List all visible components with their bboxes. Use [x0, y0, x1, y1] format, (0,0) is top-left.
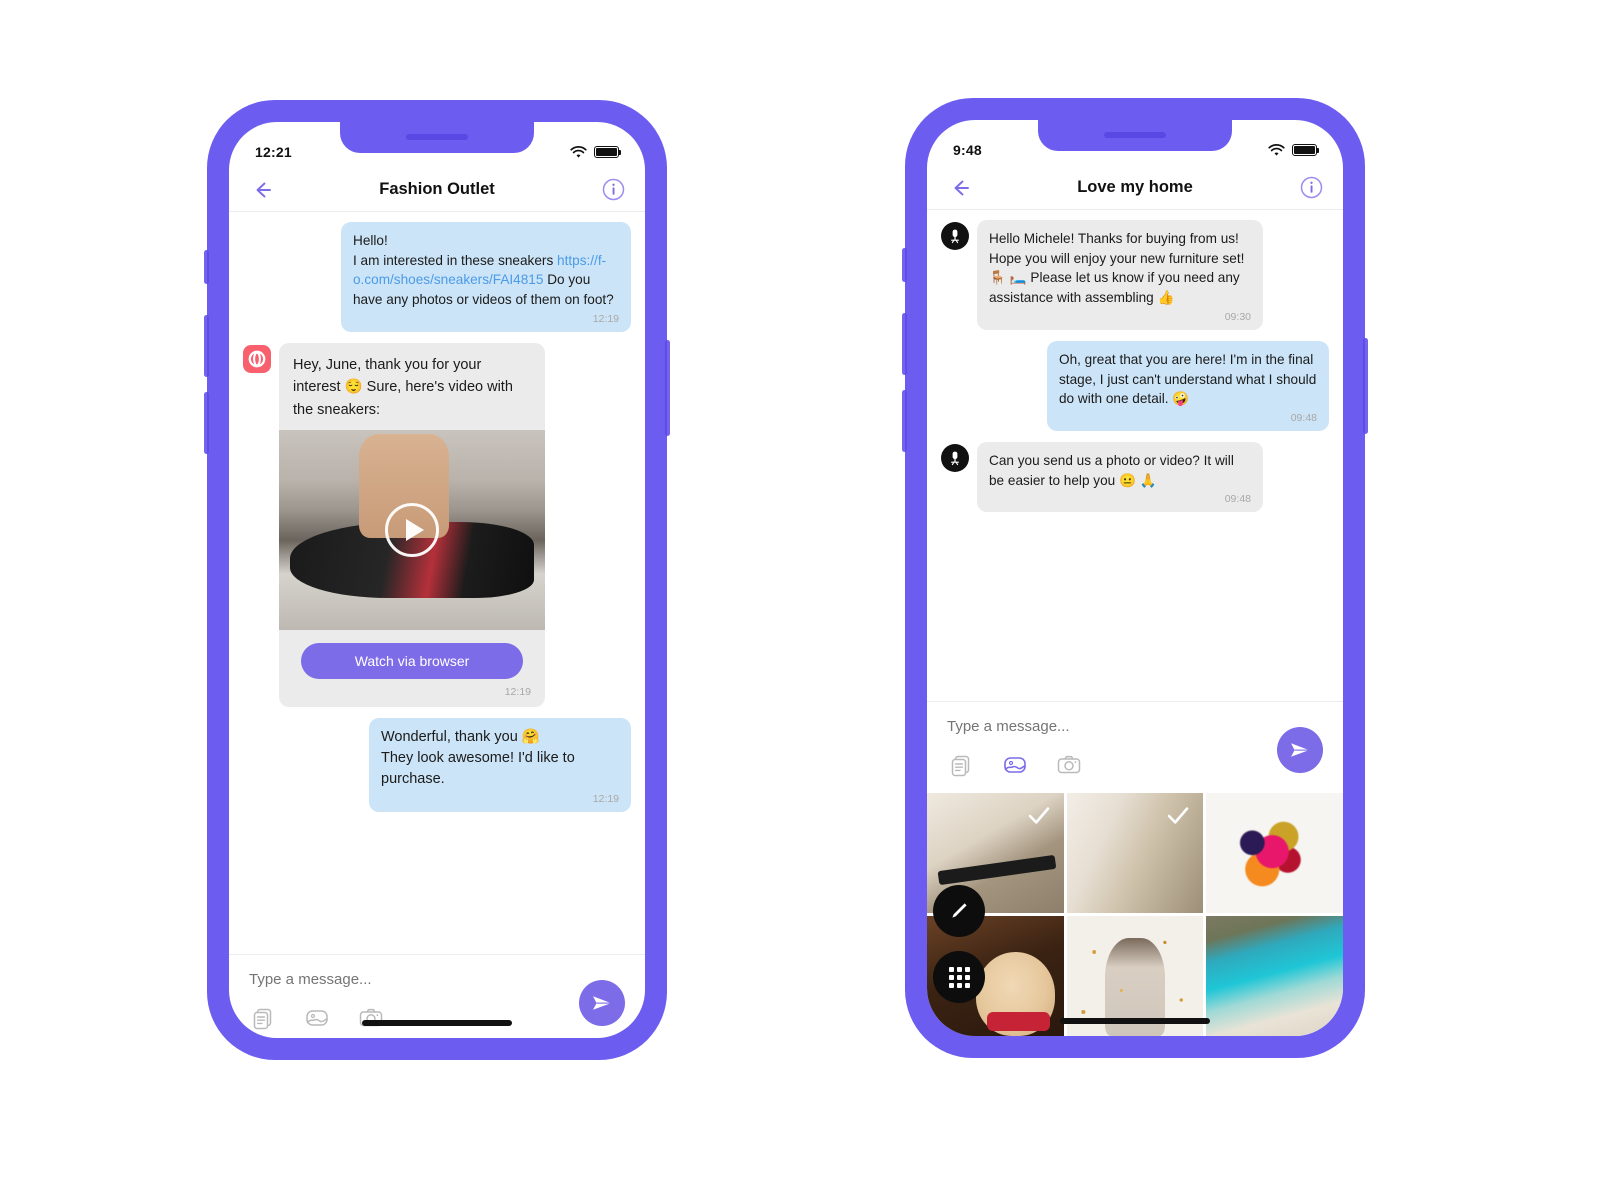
wifi-icon — [570, 145, 587, 159]
volume-down-button[interactable] — [902, 390, 907, 452]
gallery-thumbnail[interactable] — [1206, 793, 1343, 913]
message-timestamp: 09:48 — [1290, 411, 1317, 424]
chat-header-left: Fashion Outlet — [229, 168, 645, 212]
templates-icon[interactable] — [249, 1004, 277, 1032]
chair-lamp-avatar — [941, 222, 969, 250]
gallery-thumbnail[interactable] — [1066, 793, 1204, 913]
message-row: Oh, great that you are here! I'm in the … — [941, 340, 1329, 431]
info-circle-icon[interactable] — [1300, 176, 1323, 199]
send-button[interactable] — [579, 980, 625, 1026]
message-row: Hello! I am interested in these sneakers … — [243, 222, 631, 332]
phone-mockup-right: 9:48 Love my home Hello Michele! Thanks … — [902, 98, 1368, 1058]
battery-full-icon — [594, 146, 622, 158]
wifi-icon — [1268, 143, 1285, 157]
composer-icon-bar — [947, 751, 1323, 779]
message-line-1: Hello! — [353, 233, 388, 248]
message-bubble-incoming-media[interactable]: Hey, June, thank you for your interest 😌… — [279, 342, 545, 708]
power-button[interactable] — [1363, 338, 1368, 434]
status-time: 9:48 — [953, 142, 982, 158]
camera-icon[interactable] — [357, 1004, 385, 1032]
back-arrow-icon[interactable] — [947, 175, 973, 201]
message-row: Wonderful, thank you 🤗 They look awesome… — [243, 718, 631, 813]
screenshot-canvas: 12:21 Fashion Outlet Hello! I am interes… — [0, 0, 1600, 1200]
message-input[interactable] — [947, 718, 1227, 735]
speaker-grille — [1104, 132, 1166, 138]
gallery-icon[interactable] — [1001, 751, 1029, 779]
message-bubble-outgoing[interactable]: Hello! I am interested in these sneakers … — [341, 222, 631, 332]
send-button[interactable] — [1277, 727, 1323, 773]
status-indicators — [570, 145, 622, 159]
message-list-left: Hello! I am interested in these sneakers … — [229, 212, 645, 816]
play-icon[interactable] — [385, 503, 439, 558]
power-button[interactable] — [665, 340, 670, 436]
message-bubble-incoming[interactable]: Can you send us a photo or video? It wil… — [977, 441, 1263, 513]
grid-icon — [948, 966, 970, 988]
message-timestamp: 12:19 — [592, 312, 619, 325]
chat-title: Love my home — [1077, 178, 1193, 196]
chat-header-right: Love my home — [927, 166, 1343, 210]
phone-screen-left: 12:21 Fashion Outlet Hello! I am interes… — [229, 122, 645, 1038]
gallery-thumbnail[interactable] — [1206, 916, 1343, 1036]
home-indicator — [362, 1020, 512, 1026]
message-timestamp: 12:19 — [592, 793, 619, 806]
phone-screen-right: 9:48 Love my home Hello Michele! Thanks … — [927, 120, 1343, 1036]
notch — [1038, 120, 1232, 151]
message-input[interactable] — [249, 971, 529, 988]
message-bubble-outgoing[interactable]: Oh, great that you are here! I'm in the … — [1047, 340, 1329, 431]
edit-photo-button[interactable] — [933, 885, 985, 937]
composer-icon-bar — [249, 1004, 625, 1032]
silent-switch[interactable] — [204, 250, 209, 284]
message-timestamp: 09:48 — [1224, 493, 1251, 506]
volume-down-button[interactable] — [204, 392, 209, 454]
message-text: Can you send us a photo or video? It wil… — [989, 452, 1238, 488]
silent-switch[interactable] — [902, 248, 907, 282]
phone-mockup-left: 12:21 Fashion Outlet Hello! I am interes… — [204, 100, 670, 1060]
message-bubble-outgoing[interactable]: Wonderful, thank you 🤗 They look awesome… — [369, 718, 631, 813]
message-list-right: Hello Michele! Thanks for buying from us… — [927, 210, 1343, 516]
grid-view-button[interactable] — [933, 951, 985, 1003]
volume-up-button[interactable] — [902, 313, 907, 375]
send-icon — [593, 996, 611, 1010]
photo-gallery-picker — [927, 793, 1343, 1036]
status-time: 12:21 — [255, 144, 292, 160]
opera-logo-avatar — [243, 344, 271, 373]
message-line-2: I am interested in these sneakers — [353, 252, 558, 268]
composer-right — [927, 701, 1343, 793]
paint-splash-photo — [1206, 793, 1343, 913]
chat-title: Fashion Outlet — [379, 180, 495, 198]
volume-up-button[interactable] — [204, 315, 209, 377]
pencil-icon — [952, 903, 967, 918]
message-row: Hello Michele! Thanks for buying from us… — [941, 220, 1329, 330]
watch-via-browser-button[interactable]: Watch via browser — [301, 643, 523, 680]
selected-check-icon — [1026, 803, 1052, 829]
video-thumbnail[interactable] — [279, 430, 545, 631]
status-indicators — [1268, 143, 1320, 157]
bottom-panel-right — [927, 701, 1343, 1036]
message-text: Hey, June, thank you for your interest 😌… — [293, 356, 513, 418]
message-row: Can you send us a photo or video? It wil… — [941, 441, 1329, 513]
home-indicator — [1060, 1018, 1210, 1024]
speaker-grille — [406, 134, 468, 140]
battery-full-icon — [1292, 144, 1320, 156]
message-text: Oh, great that you are here! I'm in the … — [1059, 351, 1321, 407]
send-icon — [1291, 743, 1309, 757]
message-timestamp: 12:19 — [504, 686, 531, 699]
back-arrow-icon[interactable] — [249, 177, 275, 203]
message-row: Hey, June, thank you for your interest 😌… — [243, 342, 631, 708]
gallery-icon[interactable] — [303, 1004, 331, 1032]
message-text: Hello! I am interested in these sneakers … — [353, 231, 619, 310]
message-bubble-incoming[interactable]: Hello Michele! Thanks for buying from us… — [977, 220, 1263, 330]
message-timestamp: 09:30 — [1224, 310, 1251, 323]
info-circle-icon[interactable] — [602, 178, 625, 201]
selected-check-icon — [1165, 803, 1191, 829]
notch — [340, 122, 534, 153]
camera-icon[interactable] — [1055, 751, 1083, 779]
chair-lamp-avatar — [941, 443, 969, 472]
templates-icon[interactable] — [947, 751, 975, 779]
message-text: Wonderful, thank you 🤗 They look awesome… — [381, 729, 575, 788]
beach-photo — [1206, 916, 1343, 1036]
message-text: Hello Michele! Thanks for buying from us… — [989, 231, 1249, 306]
